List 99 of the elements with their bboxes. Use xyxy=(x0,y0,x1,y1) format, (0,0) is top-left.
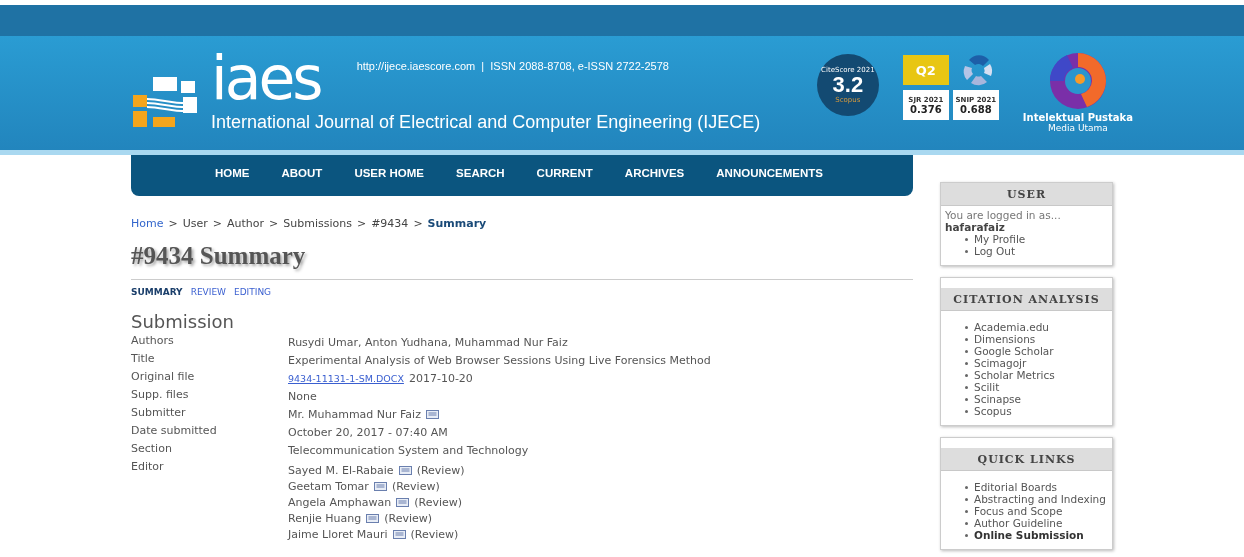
field-label: Date submitted xyxy=(131,424,218,439)
bullet-icon xyxy=(965,533,968,537)
panel-title: CITATION ANALYSIS xyxy=(941,288,1112,311)
sidebar-link[interactable]: Log Out xyxy=(974,245,1016,257)
journal-info: http://ijece.iaescore.com | ISSN 2088-8708, e-ISSN 2722-2578 xyxy=(356,60,669,72)
sidebar-link[interactable]: Abstracting and Indexing xyxy=(974,493,1106,505)
bullet-icon xyxy=(965,397,968,401)
field-label: Title xyxy=(131,352,156,367)
nav-link[interactable]: CURRENT xyxy=(536,167,593,179)
field-label: Submitter xyxy=(131,406,187,421)
breadcrumb-separator: > xyxy=(356,217,367,230)
metric-value: 0.376 xyxy=(910,103,942,115)
field-value: October 20, 2017 - 07:40 AM xyxy=(288,425,448,439)
sidebar-link[interactable]: Dimensions xyxy=(974,333,1036,345)
sidebar-link[interactable]: Editorial Boards xyxy=(974,481,1057,493)
bullet-icon xyxy=(965,349,968,353)
nav-link[interactable]: ABOUT xyxy=(281,167,323,179)
field-label: Original file xyxy=(131,370,196,385)
sidebar-link[interactable]: Author Guideline xyxy=(974,517,1063,529)
sidebar-link[interactable]: My Profile xyxy=(974,233,1026,245)
editor-name: Angela Amphawan xyxy=(288,495,392,509)
breadcrumb-separator: > xyxy=(413,217,423,230)
submitter-name: Mr. Muhammad Nur Faiz xyxy=(288,407,421,421)
bullet-icon xyxy=(965,325,968,329)
editor-role: (Review) xyxy=(384,511,433,525)
sidebar-link[interactable]: Google Scholar xyxy=(974,345,1054,357)
quartile-badge: Q2 xyxy=(902,55,949,85)
editor-role: (Review) xyxy=(410,527,459,541)
editor-role: (Review) xyxy=(414,495,463,509)
bullet-icon xyxy=(965,361,968,365)
bullet-icon xyxy=(965,509,968,513)
field-value: None xyxy=(288,389,317,403)
field-label: Editor xyxy=(131,460,165,475)
breadcrumb-link[interactable]: Home xyxy=(131,217,164,230)
bullet-icon xyxy=(965,237,968,241)
username: hafarafaiz xyxy=(945,221,1006,233)
publisher-name: Intelektual Pustaka xyxy=(1022,112,1133,123)
editor-role: (Review) xyxy=(391,479,440,493)
bullet-icon xyxy=(965,337,968,341)
breadcrumb-link[interactable]: Summary xyxy=(427,217,487,230)
sidebar-link[interactable]: Scilit xyxy=(974,381,1000,393)
publisher-tagline: Media Utama xyxy=(1048,123,1108,133)
email-icon[interactable] xyxy=(373,481,387,491)
panel-title: QUICK LINKS xyxy=(941,448,1112,471)
nav-link[interactable]: ARCHIVES xyxy=(624,167,685,179)
email-icon[interactable] xyxy=(396,497,410,507)
sidebar-link[interactable]: Online Submission xyxy=(974,529,1084,541)
field-label: Authors xyxy=(131,334,175,349)
editor-name: Geetam Tomar xyxy=(288,479,369,493)
subtab[interactable]: SUMMARY xyxy=(131,287,183,297)
sidebar-link[interactable]: Focus and Scope xyxy=(974,505,1063,517)
breadcrumb-link[interactable]: User xyxy=(182,217,208,230)
field-value: Rusydi Umar, Anton Yudhana, Muhammad Nur Faiz xyxy=(288,335,568,349)
email-icon[interactable] xyxy=(398,465,412,475)
sidebar-link[interactable]: Scinapse xyxy=(974,393,1022,405)
breadcrumb-link[interactable]: Author xyxy=(227,217,265,230)
breadcrumb-separator: > xyxy=(269,217,279,230)
editor-name: Renjie Huang xyxy=(288,511,362,525)
bullet-icon xyxy=(965,249,968,253)
nav-link[interactable]: HOME xyxy=(215,167,250,179)
sidebar-link[interactable]: Academia.edu xyxy=(974,321,1050,333)
nav-link[interactable]: USER HOME xyxy=(354,167,425,179)
breadcrumb-separator: > xyxy=(212,217,222,230)
metric-value: 0.688 xyxy=(960,103,992,115)
email-icon[interactable] xyxy=(392,529,406,539)
panel-title: USER xyxy=(941,183,1112,206)
breadcrumb-link[interactable]: #9434 xyxy=(371,217,409,230)
logo-text: iaes xyxy=(211,48,321,108)
section-title: Submission xyxy=(131,311,235,332)
breadcrumb-separator: > xyxy=(168,217,178,230)
bullet-icon xyxy=(965,385,968,389)
sidebar-link[interactable]: Scholar Metrics xyxy=(974,369,1055,381)
bullet-icon xyxy=(965,485,968,489)
field-value: Experimental Analysis of Web Browser Sessions Using Live Forensics Method xyxy=(288,353,711,367)
field-value: Telecommunication System and Technology xyxy=(288,443,529,457)
field-label: Section xyxy=(131,442,173,457)
journal-title: International Journal of Electrical and Computer Engineering (IJECE) xyxy=(211,112,761,133)
editor-name: Jaime Lloret Mauri xyxy=(288,527,388,541)
email-icon[interactable] xyxy=(366,513,380,523)
page-title: #9434 Summary xyxy=(131,242,913,280)
editor-name: Sayed M. El-Rabaie xyxy=(288,463,394,477)
sidebar-link[interactable]: Scopus xyxy=(974,405,1012,417)
file-date: 2017-10-20 xyxy=(408,371,473,385)
breadcrumb-link[interactable]: Submissions xyxy=(283,217,352,230)
bullet-icon xyxy=(965,409,968,413)
field-label: Supp. files xyxy=(131,388,190,403)
bullet-icon xyxy=(965,373,968,377)
nav-link[interactable]: SEARCH xyxy=(456,167,505,179)
sidebar-link[interactable]: Scimagojr xyxy=(974,357,1027,369)
editor-role: (Review) xyxy=(416,463,465,477)
nav-link[interactable]: ANNOUNCEMENTS xyxy=(716,167,823,179)
bullet-icon xyxy=(965,521,968,525)
file-link[interactable]: 9434-11131-1-SM.DOCX xyxy=(288,372,404,384)
subtab[interactable]: EDITING xyxy=(233,287,272,297)
login-status: You are logged in as... xyxy=(945,209,1062,221)
subtab[interactable]: REVIEW xyxy=(190,287,226,297)
bullet-icon xyxy=(965,497,968,501)
email-icon[interactable] xyxy=(425,409,439,419)
citescore-value: 3.2 xyxy=(832,74,864,96)
